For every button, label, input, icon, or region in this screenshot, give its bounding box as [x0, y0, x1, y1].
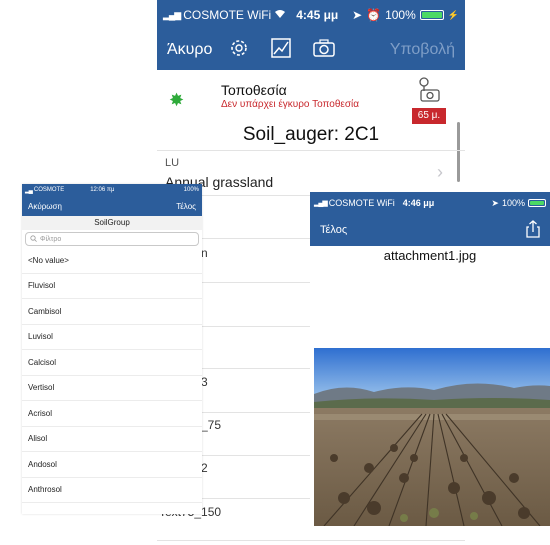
camera-icon[interactable] [312, 38, 336, 63]
option-item[interactable]: Alisol [22, 427, 202, 452]
battery-percent: 100% [183, 187, 199, 193]
done-button[interactable]: Τέλος [320, 224, 347, 236]
divider [157, 150, 465, 151]
battery-icon [528, 199, 546, 207]
search-icon [30, 234, 37, 244]
attachment-viewer-screen: ▂▄▆ COSMOTE WiFi 4:46 μμ ➤ 100% Τέλος at… [310, 192, 550, 528]
chevron-right-icon: › [437, 162, 443, 182]
form-toolbar: Άκυρο Υποβολή [157, 30, 465, 70]
scroll-indicator [457, 122, 460, 182]
battery-percent: 100% [385, 8, 416, 22]
option-item[interactable]: Calcisol [22, 350, 202, 376]
status-bar: ▂▄▆ COSMOTE WiFi 4:45 μμ ➤ ⏰ 100% ⚡ [157, 0, 465, 30]
submit-button[interactable]: Υποβολή [390, 41, 455, 59]
status-time: 4:45 μμ [296, 8, 339, 22]
option-item[interactable]: Andosol [22, 452, 202, 478]
option-list: <No value> Fluvisol Cambisol Luvisol Cal… [22, 248, 202, 503]
viewer-nav-bar: Τέλος [310, 214, 550, 246]
signal-icon: ▂▄▆ [314, 200, 328, 207]
distance-badge: 65 μ. [412, 108, 446, 124]
cancel-button[interactable]: Άκυρο [167, 41, 212, 59]
option-item[interactable]: Fluvisol [22, 274, 202, 299]
battery-percent: 100% [501, 198, 525, 208]
carrier-label: COSMOTE WiFi [183, 8, 272, 22]
partial-field-text: _75 [201, 418, 222, 432]
picker-nav-bar: Ακύρωση Τέλος [22, 196, 202, 216]
filter-placeholder: Φίλτρο [40, 235, 62, 243]
charging-icon: ⚡ [447, 9, 459, 20]
share-icon[interactable] [526, 219, 540, 241]
location-error: Δεν υπάρχει έγκυρο Τοποθεσία [221, 99, 360, 110]
option-item[interactable]: <No value> [22, 248, 202, 274]
cancel-button[interactable]: Ακύρωση [28, 202, 62, 211]
partial-field-text: n [201, 246, 208, 260]
alarm-icon: ⏰ [366, 8, 382, 22]
partial-field-text: 3 [201, 375, 208, 389]
status-bar: ▂▄▆ COSMOTE WiFi 4:46 μμ ➤ 100% [310, 192, 550, 214]
status-time: 4:46 μμ [402, 198, 435, 208]
wifi-icon [274, 8, 286, 22]
signal-icon: ▂▄ [25, 187, 33, 194]
form-title: Soil_auger: 2C1 [242, 124, 380, 145]
option-item[interactable]: Luvisol [22, 325, 202, 350]
vineyard-photo[interactable] [314, 348, 550, 527]
option-item[interactable]: Acrisol [22, 401, 202, 427]
battery-icon [419, 10, 444, 20]
divider [157, 540, 465, 541]
carrier-label: COSMOTE [33, 187, 65, 193]
location-arrow-icon: ➤ [352, 8, 363, 22]
attachment-title: attachment1.jpg [383, 248, 477, 263]
option-item[interactable]: Vertisol [22, 376, 202, 401]
option-item[interactable]: Cambisol [22, 299, 202, 325]
signal-icon: ▂▄▆ [163, 9, 181, 20]
soilgroup-picker-screen: ▂▄ COSMOTE 12:06 πμ 100% Ακύρωση Τέλος S… [22, 184, 202, 514]
location-arrow-icon: ➤ [491, 197, 499, 208]
settings-gear-icon[interactable] [228, 37, 250, 64]
location-title: Τοποθεσία [221, 82, 287, 98]
picker-title: SoilGroup [22, 216, 202, 230]
lu-label: LU [165, 157, 180, 169]
done-button[interactable]: Τέλος [176, 202, 196, 211]
map-sketch-icon[interactable] [270, 37, 292, 64]
option-item[interactable]: Anthrosol [22, 478, 202, 503]
valid-star-icon: ✸ [169, 90, 185, 110]
filter-input[interactable]: Φίλτρο [25, 232, 199, 246]
partial-field-text: 2 [201, 461, 208, 475]
gps-camera-icon[interactable] [415, 76, 443, 104]
status-bar: ▂▄ COSMOTE 12:06 πμ 100% [22, 184, 202, 196]
status-time: 12:06 πμ [90, 187, 115, 193]
carrier-label: COSMOTE WiFi [328, 198, 395, 208]
